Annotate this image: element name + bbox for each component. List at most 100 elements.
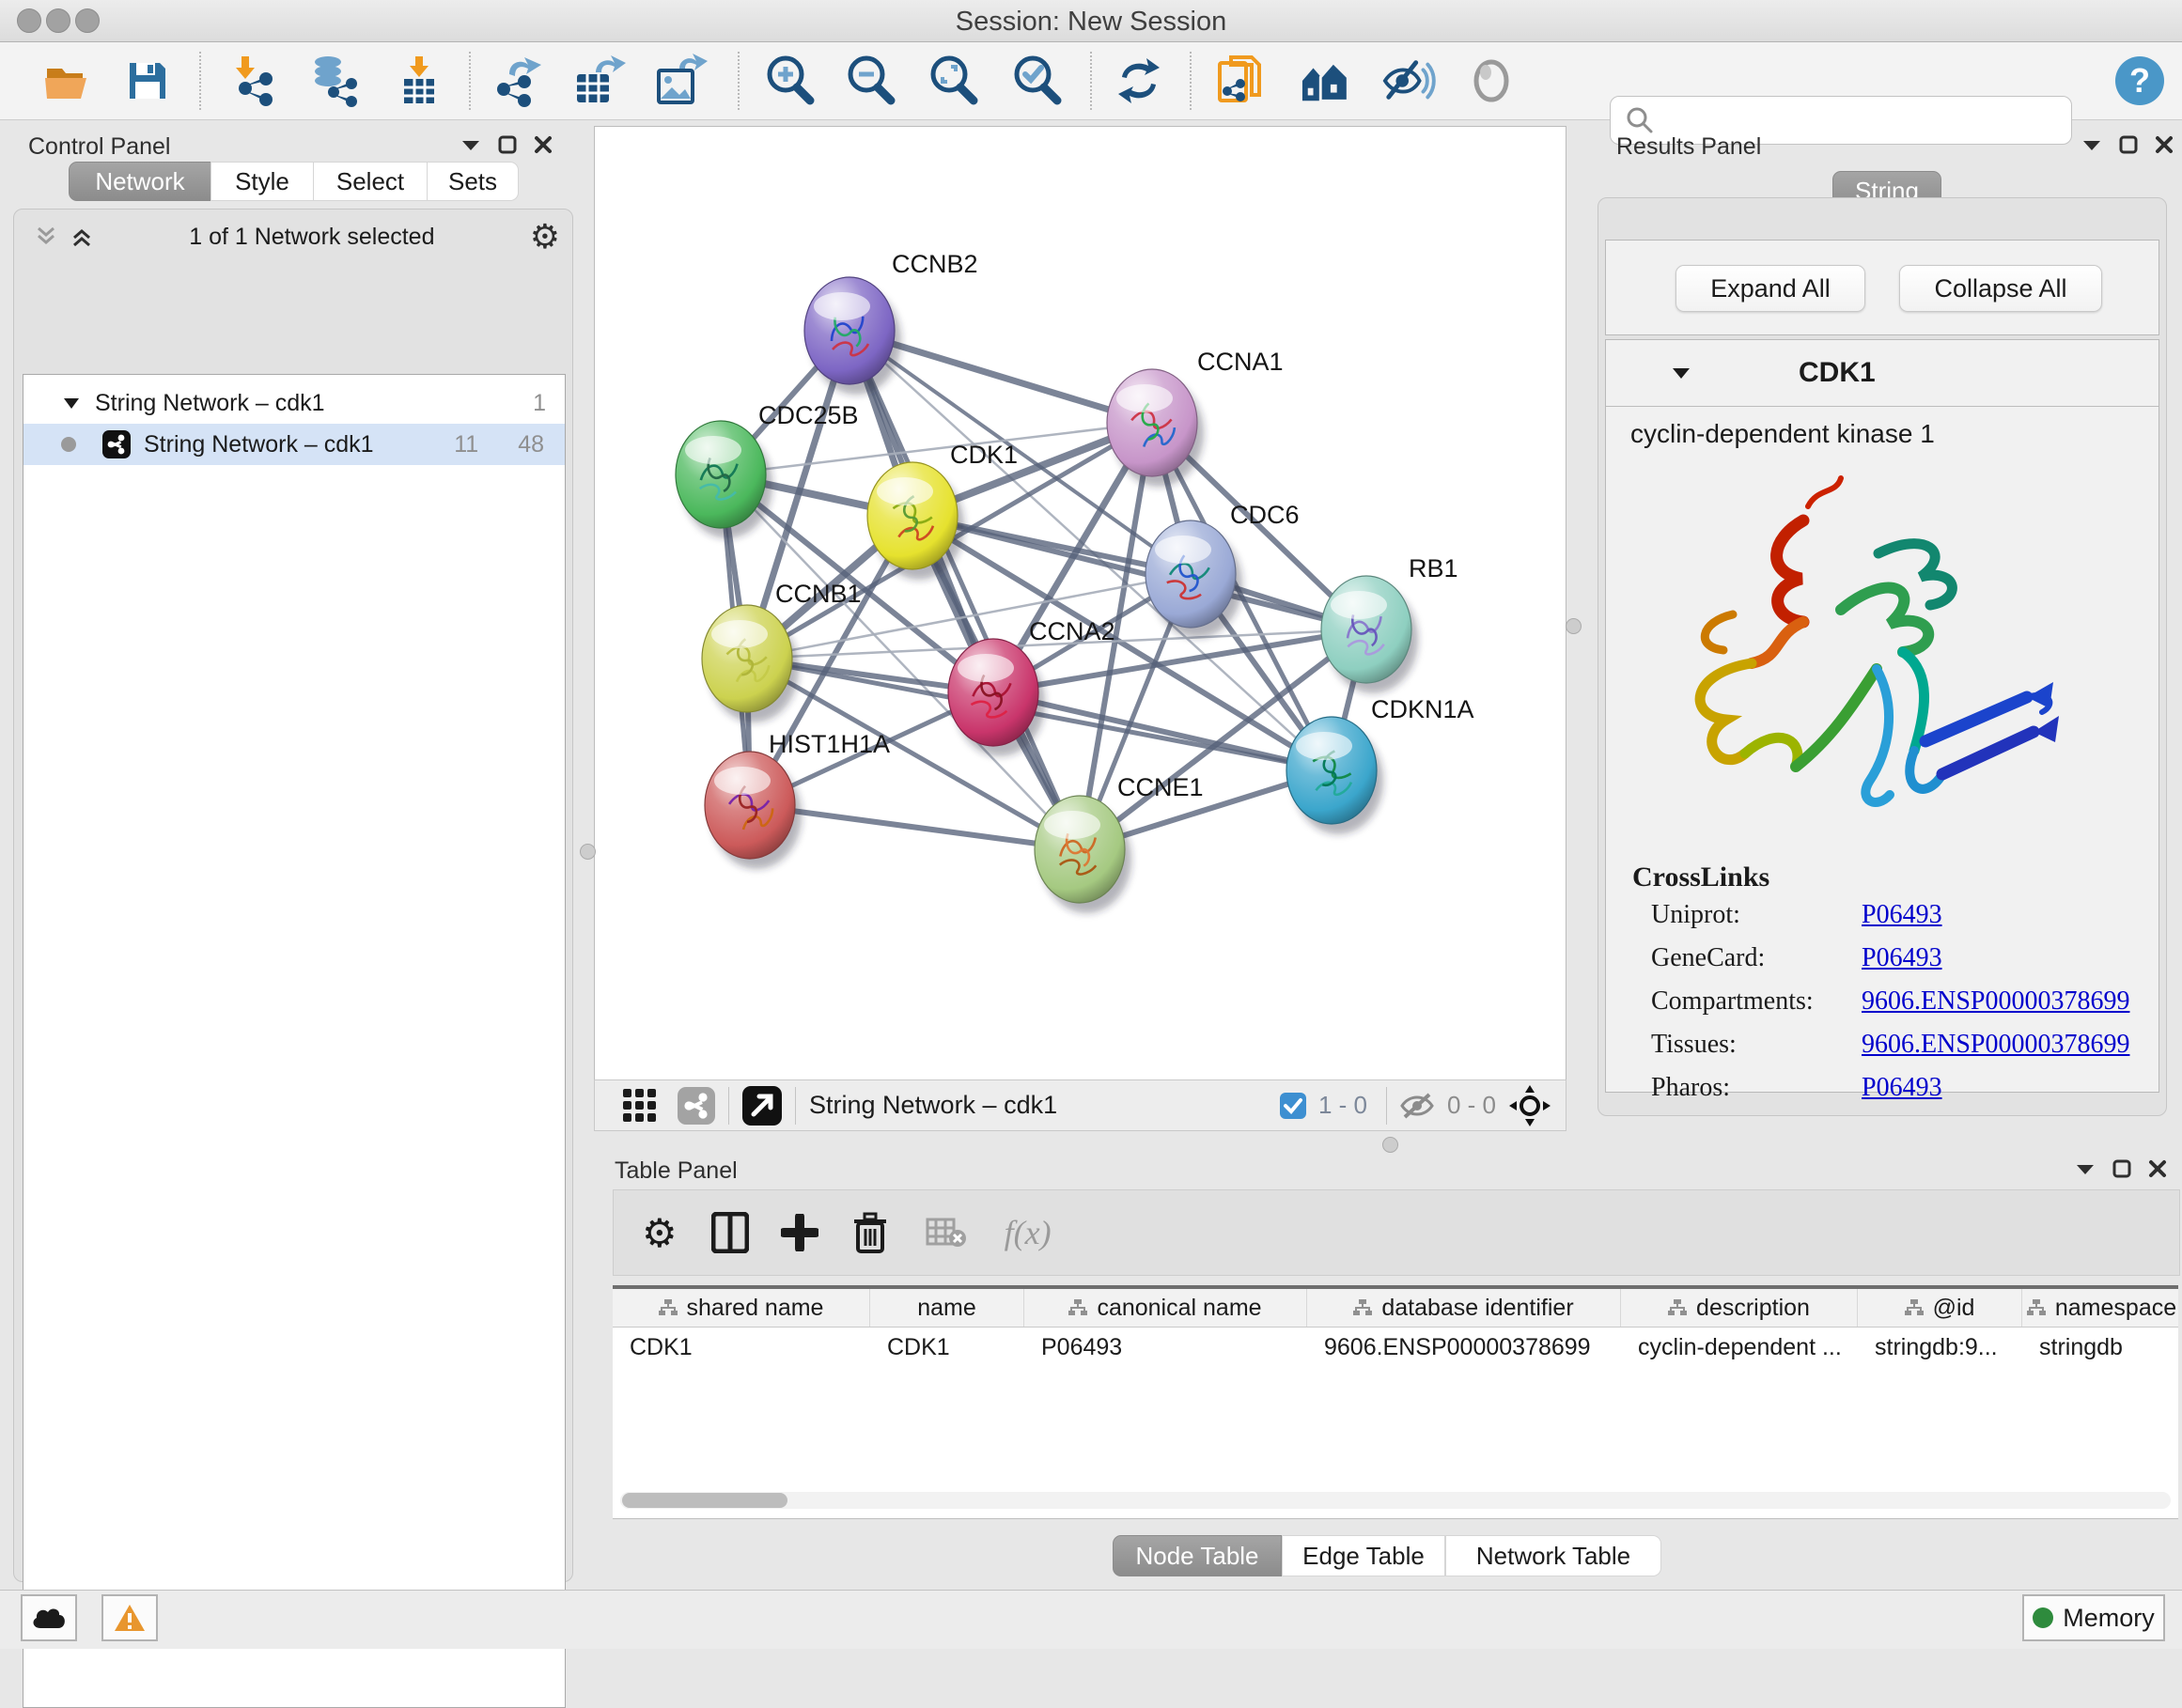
table-hscrollbar[interactable] — [620, 1492, 2171, 1509]
crosslink-link[interactable]: P06493 — [1862, 1073, 1942, 1103]
cloud-status-button[interactable] — [21, 1594, 77, 1641]
zoom-fit-icon[interactable] — [927, 54, 981, 108]
network-node-CDC6[interactable] — [1146, 520, 1236, 628]
zoom-in-icon[interactable] — [763, 54, 818, 108]
node-table[interactable]: shared namename canonical name database id… — [613, 1285, 2178, 1519]
panel-float-icon[interactable] — [2112, 1159, 2131, 1178]
show-all-nodes-icon[interactable] — [1301, 54, 1355, 108]
show-graphics-details-icon[interactable] — [1464, 54, 1519, 108]
tab-sets[interactable]: Sets — [427, 162, 519, 201]
collapse-all-button[interactable]: Collapse All — [1899, 265, 2102, 312]
crosslink-link[interactable]: P06493 — [1862, 943, 1942, 973]
crosslink-link[interactable]: 9606.ENSP00000378699 — [1862, 1030, 2129, 1060]
network-row[interactable]: String Network – cdk1 11 48 — [23, 424, 565, 465]
zoom-selected-icon[interactable] — [1010, 54, 1065, 108]
tab-network-table[interactable]: Network Table — [1445, 1535, 1661, 1576]
refresh-icon[interactable] — [1112, 54, 1166, 108]
table-cell[interactable]: 9606.ENSP00000378699 — [1307, 1334, 1621, 1361]
table-cell[interactable]: stringdb:9... — [1858, 1334, 2022, 1361]
column-header--id[interactable]: @id — [1858, 1289, 2022, 1327]
table-cell[interactable]: cyclin-dependent ... — [1621, 1334, 1858, 1361]
selected-checkbox-icon[interactable] — [1279, 1092, 1307, 1120]
collapse-all-icon[interactable] — [34, 225, 58, 249]
table-hscrollbar-thumb[interactable] — [622, 1493, 787, 1508]
table-cell[interactable]: P06493 — [1024, 1334, 1307, 1361]
column-header-name[interactable]: name — [870, 1289, 1024, 1327]
panel-menu-icon[interactable] — [2081, 138, 2102, 151]
network-edge-CDK1-RB1[interactable] — [912, 516, 1366, 629]
table-cell[interactable]: CDK1 — [870, 1334, 1024, 1361]
hide-selected-icon[interactable] — [1381, 54, 1436, 108]
export-table-icon[interactable] — [571, 54, 626, 108]
network-node-CCNA1[interactable] — [1107, 369, 1197, 476]
export-image-icon[interactable] — [653, 54, 708, 108]
show-columns-icon[interactable] — [711, 1212, 749, 1253]
import-network-database-icon[interactable] — [306, 54, 361, 108]
column-header-database-identifier[interactable]: database identifier — [1307, 1289, 1621, 1327]
table-cell[interactable]: CDK1 — [613, 1334, 870, 1361]
table-cell[interactable]: stringdb — [2022, 1334, 2178, 1361]
network-node-CCNB1[interactable] — [702, 605, 792, 712]
tree-expand-icon[interactable] — [63, 396, 80, 410]
table-row[interactable]: CDK1CDK1P064939606.ENSP00000378699cyclin… — [613, 1328, 2178, 1367]
network-options-gear-icon[interactable]: ⚙ — [530, 217, 560, 256]
panel-close-icon[interactable] — [534, 135, 553, 154]
network-node-CDC25B[interactable] — [676, 421, 766, 528]
zoom-out-icon[interactable] — [844, 54, 898, 108]
column-header-canonical-name[interactable]: canonical name — [1024, 1289, 1307, 1327]
clone-network-icon[interactable] — [1214, 54, 1269, 108]
network-collection-row[interactable]: String Network – cdk1 1 — [23, 382, 565, 424]
memory-button[interactable]: Memory — [2022, 1594, 2165, 1641]
panel-float-icon[interactable] — [2119, 135, 2138, 154]
right-splitter-handle[interactable] — [1566, 618, 1582, 634]
delete-column-trash-icon[interactable] — [852, 1212, 888, 1253]
network-node-CDK1[interactable] — [867, 462, 958, 569]
crosslink-link[interactable]: 9606.ENSP00000378699 — [1862, 986, 2129, 1017]
tab-network[interactable]: Network — [69, 162, 211, 201]
expand-all-icon[interactable] — [70, 225, 94, 249]
left-splitter-handle[interactable] — [580, 844, 596, 860]
tab-edge-table[interactable]: Edge Table — [1282, 1535, 1445, 1576]
save-session-icon[interactable] — [120, 54, 175, 108]
network-canvas[interactable]: CCNB2CCNA1CDC25BCDK1CDC6RB1CCNB1CCNA2CDK… — [594, 126, 1566, 1080]
gene-header[interactable]: CDK1 — [1606, 340, 2159, 407]
network-node-RB1[interactable] — [1321, 576, 1411, 683]
help-icon[interactable]: ? — [2112, 54, 2167, 108]
network-node-CCNE1[interactable] — [1035, 796, 1125, 903]
network-node-HIST1H1A[interactable] — [705, 752, 795, 859]
tab-style[interactable]: Style — [210, 162, 314, 201]
gene-collapse-icon[interactable] — [1672, 366, 1691, 380]
column-header-shared-name[interactable]: shared name — [613, 1289, 870, 1327]
warning-status-button[interactable] — [101, 1594, 158, 1641]
panel-menu-icon[interactable] — [460, 138, 481, 151]
expand-all-button[interactable]: Expand All — [1675, 265, 1865, 312]
panel-float-icon[interactable] — [498, 135, 517, 154]
fit-content-crosshair-icon[interactable] — [1509, 1085, 1551, 1126]
open-session-icon[interactable] — [39, 54, 94, 108]
panel-menu-icon[interactable] — [2075, 1162, 2096, 1175]
hidden-eye-icon[interactable] — [1400, 1091, 1438, 1121]
network-node-CDKN1A[interactable] — [1286, 717, 1377, 824]
column-header-namespace[interactable]: namespace — [2022, 1289, 2178, 1327]
column-header-label: canonical name — [1097, 1295, 1261, 1322]
import-table-file-icon[interactable] — [392, 54, 446, 108]
network-node-CCNA2[interactable] — [948, 639, 1038, 746]
network-graph[interactable]: CCNB2CCNA1CDC25BCDK1CDC6RB1CCNB1CCNA2CDK… — [595, 127, 1566, 1079]
birdseye-view-icon[interactable] — [742, 1086, 782, 1126]
column-header-description[interactable]: description — [1621, 1289, 1858, 1327]
panel-close-icon[interactable] — [2155, 135, 2174, 154]
export-network-icon[interactable] — [491, 54, 545, 108]
network-edge-CCNB2-CCNE1[interactable] — [849, 331, 1080, 849]
crosslink-link[interactable]: P06493 — [1862, 900, 1942, 930]
add-column-icon[interactable] — [781, 1214, 818, 1251]
table-settings-gear-icon[interactable]: ⚙ — [642, 1210, 678, 1256]
tab-select[interactable]: Select — [313, 162, 428, 201]
network-view-icon[interactable] — [678, 1087, 715, 1125]
bottom-splitter-handle[interactable] — [1382, 1137, 1398, 1153]
network-node-CCNB2[interactable] — [804, 277, 895, 384]
panel-close-icon[interactable] — [2148, 1159, 2167, 1178]
selected-count: 1 - 0 — [1318, 1091, 1367, 1120]
import-network-file-icon[interactable] — [227, 54, 282, 108]
grid-view-icon[interactable] — [621, 1087, 659, 1125]
tab-node-table[interactable]: Node Table — [1113, 1535, 1282, 1576]
